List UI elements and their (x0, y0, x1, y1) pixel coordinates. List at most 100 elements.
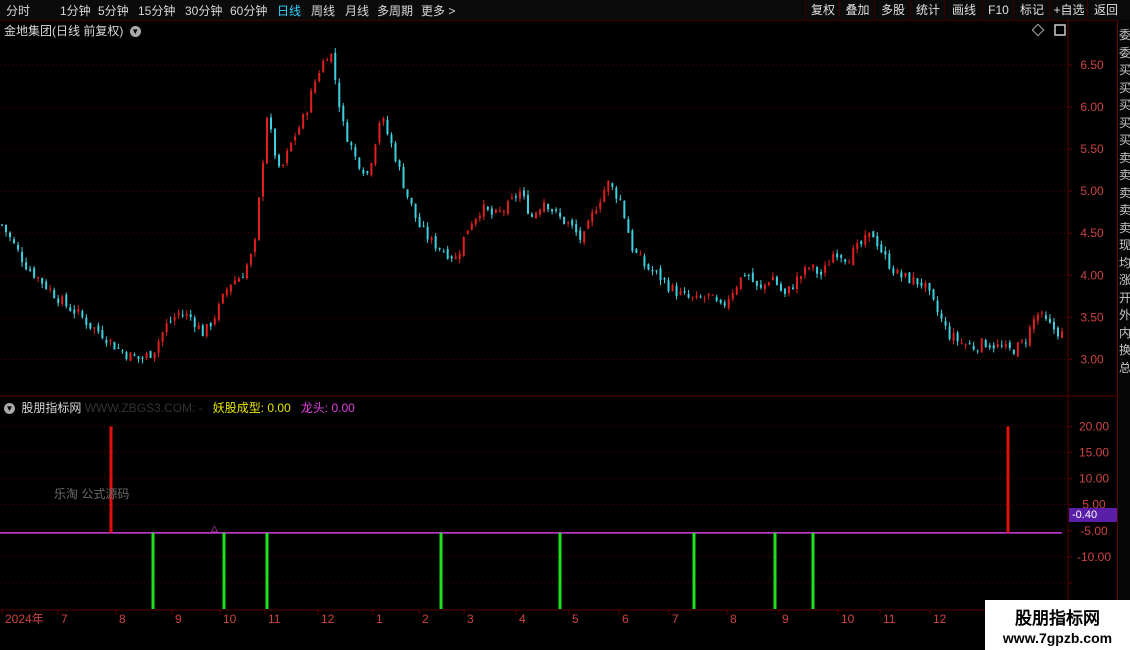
side-panel-label: 涨 (1119, 273, 1130, 287)
candle-body (759, 284, 762, 288)
candle-body (583, 231, 586, 243)
candle-body (575, 224, 578, 233)
tab-period-3[interactable]: 15分钟 (138, 2, 175, 19)
candle-body (1061, 331, 1063, 339)
candle-body (832, 253, 835, 263)
toolbar-action-2[interactable]: 多股 (874, 0, 911, 20)
candle-body (430, 237, 433, 240)
candle-body (53, 289, 56, 299)
toolbar-action-8[interactable]: 返回 (1087, 0, 1124, 20)
candle-body (241, 277, 244, 279)
toolbar-action-5[interactable]: F10 (982, 0, 1014, 20)
toolbar-action-6[interactable]: 标记 (1013, 0, 1050, 20)
candle-body (418, 216, 421, 228)
candle-body (1004, 343, 1007, 347)
candle-body (101, 330, 104, 339)
chevron-down-icon[interactable]: ▼ (4, 403, 15, 415)
indicator-name: 股朋指标网 (21, 401, 82, 415)
candle-body (342, 105, 345, 122)
y-tick-label: 3.50 (1080, 310, 1104, 324)
candle-body (920, 282, 923, 286)
candle-body (346, 122, 349, 142)
maximize-icon[interactable] (1054, 24, 1066, 36)
candle-body (796, 276, 798, 290)
candle-body (398, 160, 401, 167)
candle-body (294, 136, 297, 141)
tab-period-1[interactable]: 1分钟 (60, 2, 91, 19)
candle-body (559, 212, 562, 217)
candle-body (29, 269, 32, 271)
candle-body (105, 339, 108, 344)
candle-body (278, 155, 281, 167)
candle-body (165, 323, 168, 333)
candle-body (944, 320, 947, 326)
candle-body (551, 209, 554, 212)
toolbar-action-3[interactable]: 统计 (910, 0, 945, 20)
candle-body (518, 191, 521, 199)
x-tick-label: 12 (933, 612, 947, 626)
tab-period-9[interactable]: 多周期 (377, 2, 413, 19)
signal-marker-icon: △ (211, 523, 218, 533)
candle-body (438, 247, 441, 250)
candle-body (169, 320, 172, 322)
candle-body (466, 230, 469, 235)
candle-body (446, 249, 449, 259)
candle-body (354, 147, 357, 157)
candle-body (691, 296, 694, 298)
tab-period-2[interactable]: 5分钟 (98, 2, 129, 19)
candle-body (205, 323, 208, 337)
candle-body (868, 232, 871, 238)
tab-period-10[interactable]: 更多 > (421, 2, 455, 19)
candle-body (735, 287, 738, 295)
candle-body (77, 308, 80, 312)
candle-body (13, 239, 16, 244)
toolbar-action-0[interactable]: 复权 (805, 0, 840, 20)
diamond-icon[interactable] (1031, 23, 1045, 37)
candle-body (639, 254, 642, 256)
tab-period-7[interactable]: 周线 (311, 2, 335, 19)
tab-period-5[interactable]: 60分钟 (230, 2, 267, 19)
candle-body (1048, 318, 1051, 323)
candle-body (968, 343, 971, 345)
toolbar-action-7[interactable]: +自选 (1049, 0, 1088, 20)
toolbar-action-1[interactable]: 叠加 (839, 0, 875, 20)
candle-body (374, 144, 377, 165)
toolbar-action-4[interactable]: 画线 (944, 0, 983, 20)
candle-body (109, 339, 112, 342)
candle-body (683, 291, 686, 293)
y-tick-label: 5.00 (1080, 184, 1104, 198)
candle-body (81, 311, 84, 318)
candle-body (651, 270, 654, 272)
side-panel-label: 总 (1119, 360, 1130, 375)
x-tick-label: 1 (376, 612, 383, 626)
candle-body (470, 224, 473, 230)
candle-body (229, 284, 232, 292)
candle-body (679, 291, 682, 295)
tab-period-8[interactable]: 月线 (345, 2, 369, 19)
candle-body (5, 224, 8, 233)
tab-period-6[interactable]: 日线 (277, 2, 301, 19)
x-tick-label: 7 (61, 612, 68, 626)
candle-body (699, 296, 702, 298)
candle-body (908, 272, 911, 284)
tab-period-4[interactable]: 30分钟 (185, 2, 222, 19)
candle-body (414, 203, 417, 218)
candle-body (535, 212, 538, 219)
candle-body (936, 300, 939, 313)
candle-body (848, 262, 851, 264)
candle-body (526, 194, 529, 214)
candle-body (771, 277, 774, 281)
candle-body (173, 317, 176, 321)
candle-body (707, 293, 710, 296)
y-tick-label: 3.00 (1080, 352, 1104, 366)
candle-body (506, 201, 509, 214)
candle-body (306, 113, 309, 116)
candle-body (322, 60, 325, 73)
site-logo: 股朋指标网 www.7gpzb.com (985, 600, 1130, 650)
indicator-title[interactable]: ▼ 股朋指标网 WWW.ZBGS3.COM: - 妖股成型: 0.00 龙头: … (4, 399, 355, 416)
candle-body (213, 318, 216, 325)
candle-body (358, 157, 361, 169)
candle-body (282, 164, 285, 166)
tab-period-0[interactable]: 分时 (6, 2, 30, 19)
candle-body (824, 265, 827, 273)
